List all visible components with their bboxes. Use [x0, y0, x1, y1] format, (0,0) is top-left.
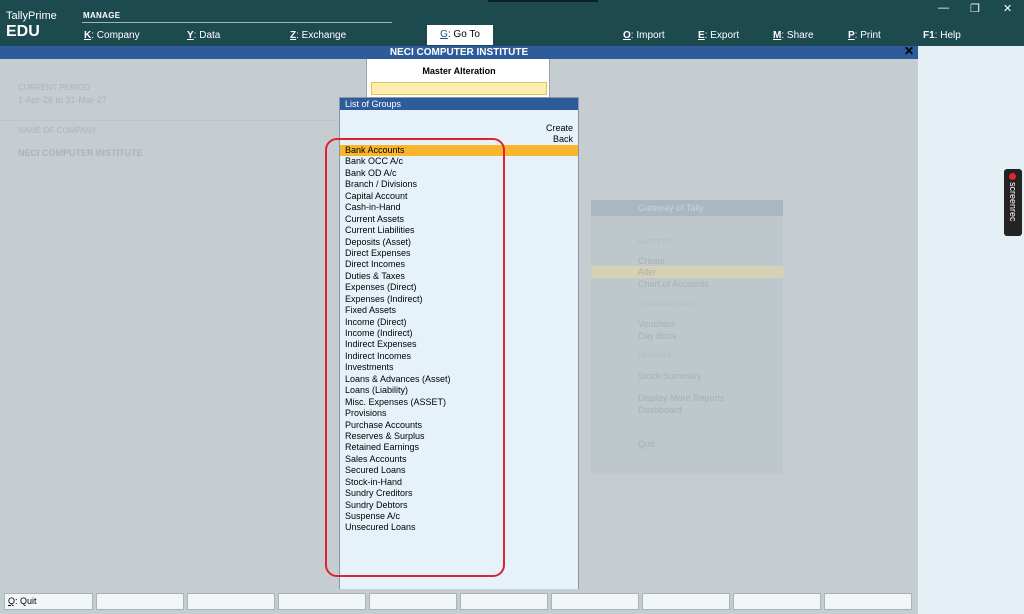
gateway-reports-heading: REPORTS [638, 353, 672, 360]
list-back-button[interactable]: Back [553, 134, 573, 144]
list-title: List of Groups [340, 98, 578, 110]
info-divider [0, 120, 340, 121]
master-alteration-input[interactable] [371, 82, 547, 95]
gateway-item-stock-summary[interactable]: Stock Summary [638, 371, 702, 381]
quit-button[interactable]: Q: Quit [4, 593, 93, 610]
app-name: TallyPrime [6, 10, 57, 22]
bottom-button-slot[interactable] [96, 593, 184, 610]
manage-label: MANAGE [83, 11, 121, 20]
company-name-label: NAME OF COMPANY [18, 126, 97, 135]
menu-company[interactable]: K: Company [84, 30, 140, 41]
bottom-button-slot[interactable] [460, 593, 548, 610]
gateway-of-tally-panel: Gateway of Tally MASTERS Create Alter Ch… [591, 200, 783, 474]
company-name-value: NECI COMPUTER INSTITUTE [18, 148, 143, 158]
list-create-button[interactable]: Create [546, 123, 573, 133]
gateway-item-vouchers[interactable]: Vouchers [638, 319, 676, 329]
master-alteration-panel: Master Alteration [366, 59, 550, 97]
close-icon[interactable]: ✕ [904, 45, 914, 58]
bottom-button-bar: Q: Quit [0, 589, 918, 614]
bottom-button-slot[interactable] [369, 593, 457, 610]
bottom-button-slot[interactable] [278, 593, 366, 610]
gateway-item-dashboard[interactable]: Dashboard [638, 405, 682, 415]
gateway-item-alter[interactable]: Alter [638, 267, 657, 277]
master-alteration-title: Master Alteration [422, 66, 496, 76]
gateway-item-quit[interactable]: Quit [638, 439, 655, 449]
menu-help[interactable]: F1: Help [923, 30, 961, 41]
menu-share[interactable]: M: Share [773, 30, 814, 41]
company-title-bar: NECI COMPUTER INSTITUTE ✕ [0, 45, 918, 59]
menu-data[interactable]: Y: Data [187, 30, 220, 41]
bottom-button-slot[interactable] [187, 593, 275, 610]
gateway-item-display-more-reports[interactable]: Display More Reports [638, 393, 725, 403]
menu-goto[interactable]: G: Go To [427, 25, 493, 45]
app-edition: EDU [6, 23, 40, 40]
bottom-button-slot[interactable] [642, 593, 730, 610]
screenrec-badge[interactable]: screenrec [1004, 169, 1022, 236]
gateway-item-create[interactable]: Create [638, 256, 665, 266]
company-title: NECI COMPUTER INSTITUTE [389, 47, 529, 58]
bottom-button-slot[interactable] [733, 593, 821, 610]
menu-print[interactable]: P: Print [848, 30, 881, 41]
restore-icon[interactable]: ❐ [970, 2, 980, 15]
minimize-icon[interactable]: — [938, 2, 949, 14]
gateway-alter-highlight [591, 266, 783, 278]
current-period-label: CURRENT PERIOD [18, 83, 90, 92]
gateway-transactions-heading: TRANSACTIONS [638, 301, 693, 308]
menu-exchange[interactable]: Z: Exchange [290, 30, 346, 41]
red-highlight-annotation [325, 138, 505, 577]
current-period-value: 1-Apr-26 to 31-Mar-27 [18, 95, 108, 105]
menu-import[interactable]: O: Import [623, 30, 665, 41]
right-button-panel [918, 46, 1024, 614]
top-dark-strip [488, 0, 598, 2]
screenrec-label: screenrec [1008, 182, 1018, 222]
manage-divider [82, 22, 392, 23]
gateway-item-chart-of-accounts[interactable]: Chart of Accounts [638, 279, 709, 289]
bottom-button-slot[interactable] [824, 593, 912, 610]
record-dot-icon [1009, 173, 1016, 180]
gateway-masters-heading: MASTERS [638, 239, 672, 246]
window-close-icon[interactable]: ✕ [1003, 2, 1012, 15]
top-menu-bar: TallyPrime EDU MANAGE K: Company Y: Data… [0, 0, 1024, 46]
gateway-item-day-book[interactable]: Day Book [638, 331, 677, 341]
menu-export[interactable]: E: Export [698, 30, 739, 41]
bottom-button-slot[interactable] [551, 593, 639, 610]
gateway-title: Gateway of Tally [591, 200, 783, 216]
